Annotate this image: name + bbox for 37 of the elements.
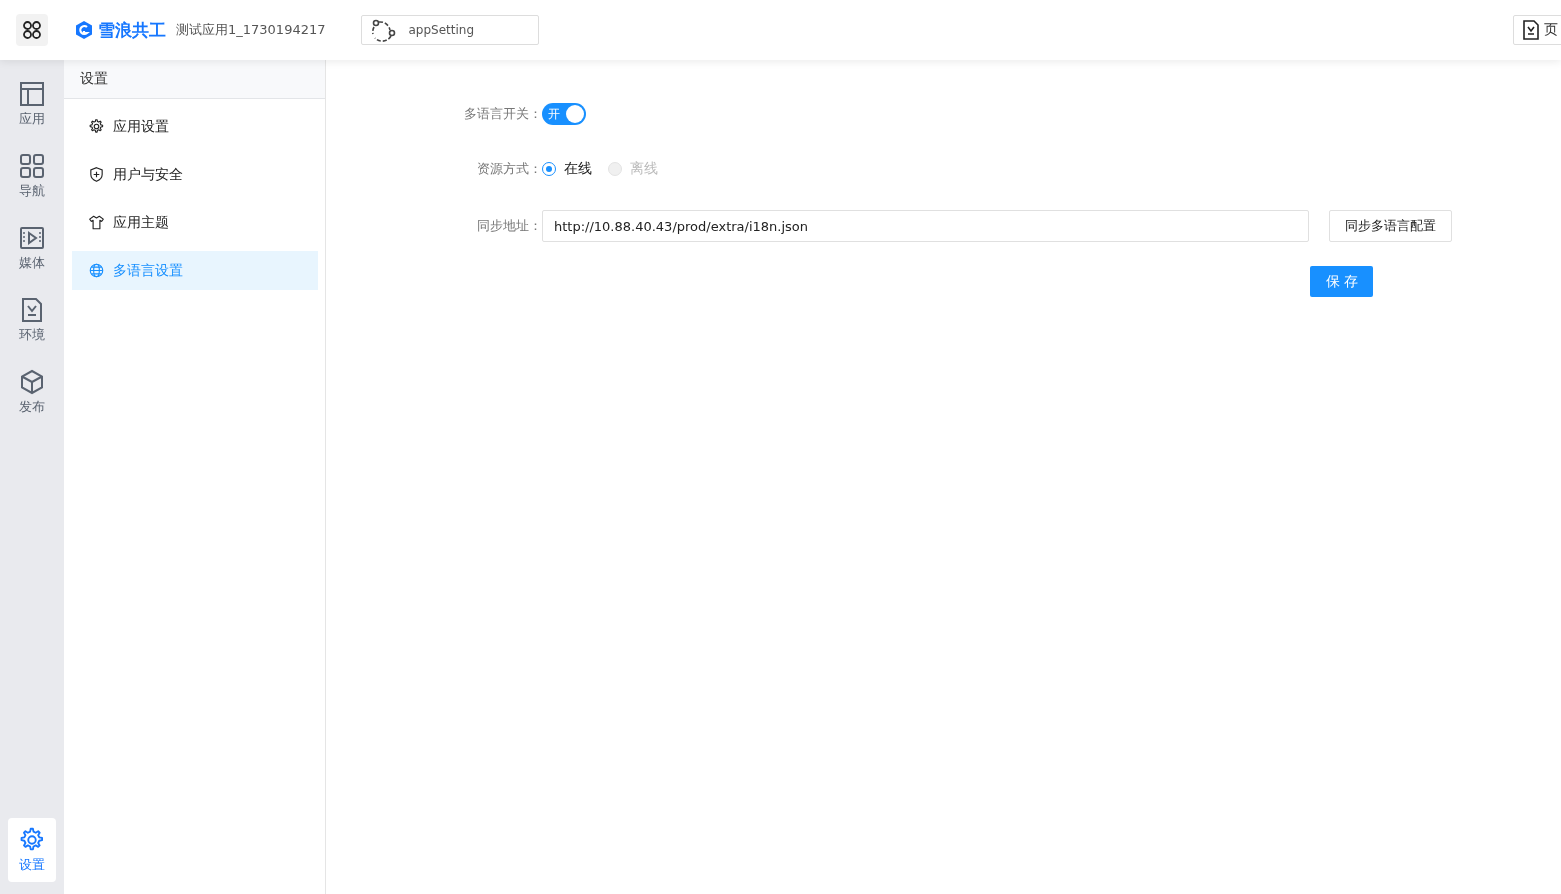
rail-icon bbox=[18, 368, 46, 396]
document-icon bbox=[1522, 20, 1540, 40]
settings-icon bbox=[88, 118, 105, 135]
field-label: 资源方式： bbox=[476, 160, 542, 178]
rail-item[interactable]: 发布 bbox=[8, 360, 56, 424]
rail-item[interactable]: 应用 bbox=[8, 72, 56, 136]
globe-icon bbox=[88, 262, 105, 279]
grid-icon bbox=[22, 20, 42, 40]
page-selector[interactable]: appSetting bbox=[361, 15, 540, 45]
logo-icon bbox=[74, 20, 94, 40]
rail-item[interactable]: 环境 bbox=[8, 288, 56, 352]
page-name: appSetting bbox=[408, 23, 475, 37]
route-icon bbox=[370, 18, 397, 42]
field-label: 同步地址： bbox=[476, 217, 542, 235]
app-grid-button[interactable] bbox=[16, 14, 48, 46]
rail-icon bbox=[18, 224, 46, 252]
page-button[interactable]: 页 bbox=[1513, 15, 1561, 45]
radio-option[interactable]: 在线 bbox=[542, 160, 592, 178]
sidebar-item[interactable]: 用户与安全 bbox=[72, 155, 318, 194]
brand-name: 雪浪共工 bbox=[98, 18, 166, 42]
app-name: 测试应用1_1730194217 bbox=[176, 21, 326, 39]
shirt-icon bbox=[88, 214, 105, 231]
rail-item[interactable]: 设置 bbox=[8, 818, 56, 882]
rail-item[interactable]: 导航 bbox=[8, 144, 56, 208]
rail-item[interactable]: 媒体 bbox=[8, 216, 56, 280]
url-input[interactable]: http://10.88.40.43/prod/extra/i18n.json bbox=[542, 210, 1309, 242]
save-button[interactable]: 保存 bbox=[1310, 266, 1373, 297]
sidebar-item[interactable]: 多语言设置 bbox=[72, 251, 318, 290]
shield-plus-icon bbox=[88, 166, 105, 183]
sidebar-item[interactable]: 应用主题 bbox=[72, 203, 318, 242]
field-label: 多语言开关： bbox=[463, 105, 542, 123]
rail-icon bbox=[18, 80, 46, 108]
sidebar-item[interactable]: 应用设置 bbox=[72, 107, 318, 146]
sync-button[interactable]: 同步多语言配置 bbox=[1329, 210, 1452, 242]
rail-icon bbox=[18, 152, 46, 180]
sidebar-title: 设置 bbox=[64, 60, 325, 99]
toggle-switch[interactable]: 开 bbox=[542, 103, 586, 125]
